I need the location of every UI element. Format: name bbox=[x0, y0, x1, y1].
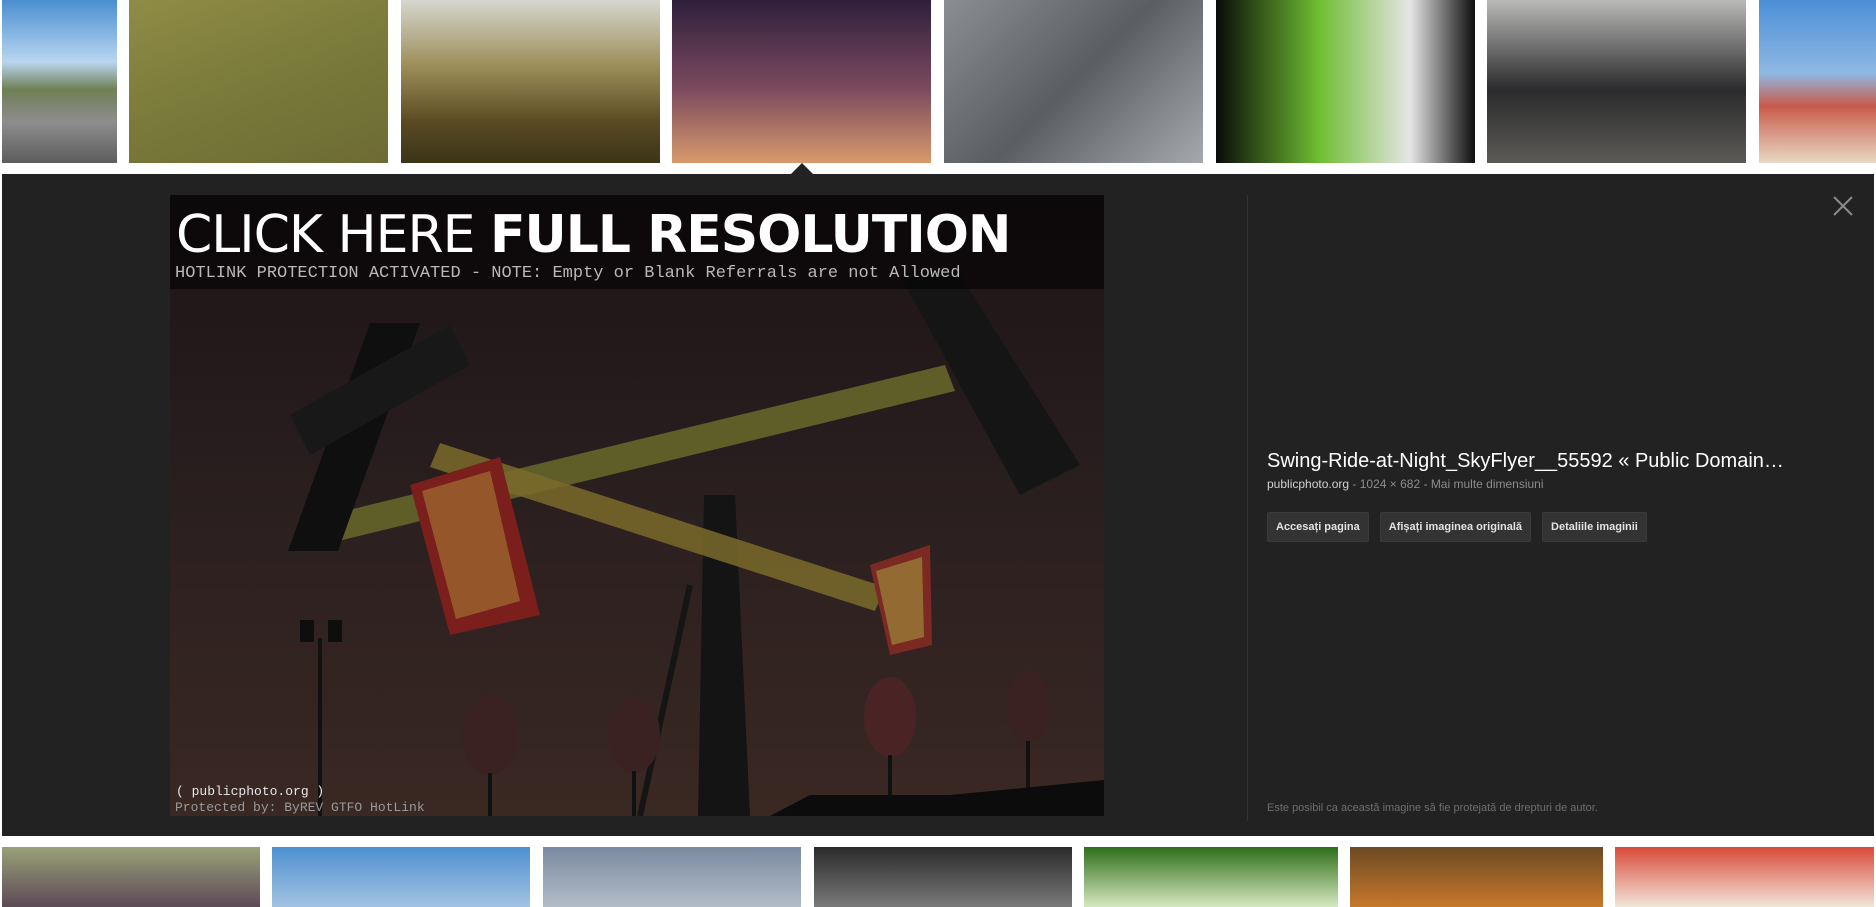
boat-thumbnail[interactable] bbox=[1615, 847, 1874, 907]
hotlink-note: HOTLINK PROTECTION ACTIVATED - NOTE: Emp… bbox=[175, 264, 961, 283]
source-domain[interactable]: publicphoto.org bbox=[1267, 477, 1349, 491]
road-thumbnail[interactable] bbox=[2, 0, 117, 163]
sky-thumbnail[interactable] bbox=[543, 847, 801, 907]
mercedes-thumbnail[interactable] bbox=[1487, 0, 1746, 163]
mushroom-thumbnail[interactable] bbox=[1350, 847, 1603, 907]
image-details-button[interactable]: Detaliile imaginii bbox=[1542, 512, 1647, 542]
onions-thumbnail[interactable] bbox=[1084, 847, 1338, 907]
meta-separator: - bbox=[1349, 477, 1360, 491]
meta-separator: - bbox=[1420, 477, 1431, 491]
field-shadow-thumbnail[interactable] bbox=[129, 0, 388, 163]
selected-pointer bbox=[791, 163, 813, 174]
hotlink-title: CLICK HERE FULL RESOLUTION bbox=[176, 205, 1011, 265]
copyright-note: Este posibil ca această imagine să fie p… bbox=[1267, 802, 1598, 814]
action-buttons: Accesați pagina Afișați imaginea origina… bbox=[1267, 512, 1647, 542]
hotlink-title-bold: FULL RESOLUTION bbox=[490, 205, 1011, 265]
swing-ride-thumbnail[interactable] bbox=[672, 0, 931, 163]
panel-divider bbox=[1247, 195, 1248, 821]
image-meta: publicphoto.org - 1024 × 682 - Mai multe… bbox=[1267, 477, 1544, 491]
watermark-site: ( publicphoto.org ) bbox=[176, 784, 325, 799]
preview-image[interactable]: CLICK HERE FULL RESOLUTION HOTLINK PROTE… bbox=[170, 195, 1104, 816]
image-title[interactable]: Swing-Ride-at-Night_SkyFlyer__55592 « Pu… bbox=[1267, 450, 1827, 473]
beach-thumbnail[interactable] bbox=[1759, 0, 1876, 163]
tablet-app-thumbnail[interactable] bbox=[1216, 0, 1475, 163]
berries-thumbnail[interactable] bbox=[2, 847, 260, 907]
watermark-protection: Protected by: ByREV GTFO HotLink bbox=[175, 800, 425, 815]
view-original-button[interactable]: Afișați imaginea originală bbox=[1379, 512, 1532, 542]
hotlink-title-plain: CLICK HERE bbox=[176, 205, 491, 265]
image-dimensions: 1024 × 682 bbox=[1359, 477, 1421, 491]
pigeons-thumbnail[interactable] bbox=[944, 0, 1203, 163]
close-icon[interactable] bbox=[1828, 191, 1858, 221]
autumn-trees-thumbnail[interactable] bbox=[401, 0, 660, 163]
more-sizes-link[interactable]: Mai multe dimensiuni bbox=[1431, 477, 1544, 491]
people-beach-thumbnail[interactable] bbox=[272, 847, 530, 907]
mixer-thumbnail[interactable] bbox=[814, 847, 1072, 907]
visit-page-button[interactable]: Accesați pagina bbox=[1267, 512, 1369, 542]
image-preview-panel: CLICK HERE FULL RESOLUTION HOTLINK PROTE… bbox=[2, 174, 1874, 836]
